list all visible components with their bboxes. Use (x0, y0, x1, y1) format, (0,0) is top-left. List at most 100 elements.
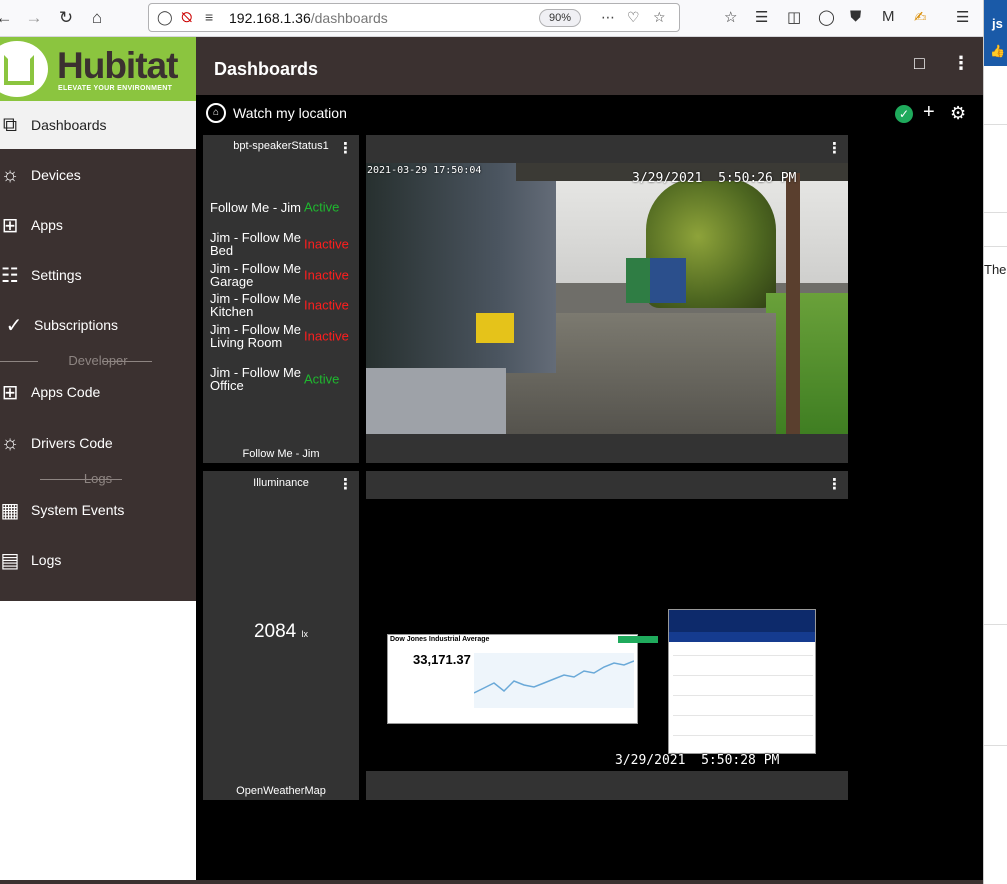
sidebar-item-settings[interactable]: ☷ Settings (0, 251, 196, 299)
permissions-icon[interactable]: ≡ (205, 9, 213, 25)
dashboard-name: Watch my location (233, 105, 347, 121)
background-window-header: js 👍 (984, 0, 1007, 66)
bulb-icon: ☼ (0, 163, 20, 186)
add-tile-icon[interactable]: + (923, 101, 935, 124)
tile-menu-icon[interactable]: ⋮ (827, 477, 842, 492)
browser-toolbar: ← → ↻ ⌂ ◯ ⦰ ≡ 192.168.1.36/dashboards 90… (0, 0, 983, 37)
pocket-icon[interactable]: ♡ (627, 9, 640, 26)
reload-icon[interactable]: ↻ (54, 6, 78, 30)
camera-time-overlay: 3/29/2021 5:50:26 PM (632, 171, 797, 186)
apps-icon: ⊞ (1, 214, 19, 237)
sliders-icon: ☷ (1, 264, 19, 287)
mlb-tabs (669, 632, 815, 642)
sidebar-item-drivers-code[interactable]: ☼ Drivers Code (0, 419, 196, 467)
insecure-lock-icon[interactable]: ⦰ (181, 9, 192, 26)
divider (984, 212, 1007, 213)
sidebar-item-label: Settings (31, 267, 82, 283)
mlb-row (673, 695, 813, 696)
camera-bins (626, 258, 686, 303)
sidebar-item-logs[interactable]: ▤ Logs (0, 536, 196, 584)
sidebar-item-label: Logs (31, 552, 62, 568)
dashboard-canvas: ⌂ Watch my location ✓ + ⚙ bpt-speakerSta… (196, 95, 983, 880)
sidebar-item-apps-code[interactable]: ⊞ Apps Code (0, 368, 196, 416)
back-icon[interactable]: ← (0, 6, 16, 30)
house-logo-icon (0, 41, 48, 97)
djia-chart-image: Dow Jones Industrial Average 33,171.37 (387, 634, 658, 724)
tile-follow-me[interactable]: bpt-speakerStatus1 ⋮ Follow Me - Jim Act… (203, 135, 359, 463)
illuminance-unit: lx (301, 629, 309, 639)
mlb-scores-image (668, 609, 816, 754)
sidebar-item-label: Apps (31, 217, 63, 233)
list-item: Follow Me - Jim Active (210, 199, 340, 216)
tile-camera[interactable]: ⋮ 2021-03-29 17:50:04 3/29/2021 5:50:26 … (366, 135, 848, 463)
tile-menu-icon[interactable]: ⋮ (338, 141, 353, 156)
list-item: Jim - Follow Me Kitchen Inactive (210, 291, 349, 319)
document-icon: ▤ (0, 549, 20, 572)
list-item: Jim - Follow Me Living Room Inactive (210, 322, 349, 350)
tile-menu-icon[interactable]: ⋮ (827, 141, 842, 156)
tile-web-images[interactable]: ⋮ Dow Jones Industrial Average 33,171.37 (366, 471, 848, 800)
sidebar-item-label: Subscriptions (34, 317, 119, 333)
url-bar[interactable]: ◯ ⦰ ≡ 192.168.1.36/dashboards 90% ⋯ ♡ ☆ (148, 3, 680, 32)
djia-badge (618, 636, 658, 643)
sidebar-toggle-icon[interactable]: ◫ (787, 8, 801, 26)
chat-icon[interactable]: □ (914, 53, 925, 74)
mlb-row (673, 715, 813, 716)
sidebar-item-devices[interactable]: ☼ Devices (0, 151, 196, 199)
tile-footer: OpenWeatherMap (236, 785, 326, 797)
library-icon[interactable]: ☰ (755, 8, 768, 26)
forward-icon[interactable]: → (22, 6, 46, 30)
sidebar-item-label: System Events (31, 502, 125, 518)
account-icon[interactable]: ◯ (818, 8, 835, 26)
hubitat-logo[interactable]: Hubitat ELEVATE YOUR ENVIRONMENT (0, 37, 196, 101)
tile-title: bpt-speakerStatus1 (233, 140, 329, 152)
section-logs: Logs (0, 471, 196, 486)
illuminance-number: 2084 (253, 621, 297, 642)
background-window: js 👍 Ther (983, 0, 1007, 884)
bulb-icon: ☼ (0, 431, 20, 454)
brand-name: Hubitat (57, 45, 178, 86)
bottom-bar (0, 880, 983, 884)
connected-check-icon[interactable]: ✓ (895, 105, 913, 123)
sidebar-item-label: Apps Code (31, 384, 101, 400)
illuminance-value: 2084 lx (203, 621, 359, 643)
app-header: Dashboards □ ⋮ (196, 37, 983, 95)
sidebar-item-label: Drivers Code (31, 435, 113, 451)
background-window-badge: js (992, 16, 1003, 31)
calendar-icon: ▦ (0, 499, 20, 522)
shield-icon[interactable]: ◯ (157, 9, 173, 26)
zoom-level[interactable]: 90% (539, 9, 581, 27)
djia-value: 33,171.37 (413, 652, 471, 667)
tile-footer: Follow Me - Jim (242, 448, 320, 460)
extension-shield-icon[interactable]: ⛊ (850, 8, 861, 25)
tile-title: Illuminance (253, 477, 309, 489)
hamburger-menu-icon[interactable]: ☰ (956, 8, 969, 26)
sidebar-item-subscriptions[interactable]: ✓ Subscriptions (0, 301, 196, 349)
brand-tagline: ELEVATE YOUR ENVIRONMENT (58, 85, 173, 92)
sidebar-item-apps[interactable]: ⊞ Apps (0, 201, 196, 249)
home-icon[interactable]: ⌂ (85, 6, 109, 30)
sidebar-item-system-events[interactable]: ▦ System Events (0, 486, 196, 534)
tile-image-area: Dow Jones Industrial Average 33,171.37 3… (366, 499, 848, 771)
tile-illuminance[interactable]: Illuminance ⋮ 2084 lx OpenWeatherMap (203, 471, 359, 800)
sparkline-bg (474, 653, 634, 708)
divider (984, 624, 1007, 625)
mlb-row (673, 675, 813, 676)
sidebar-item-label: Devices (31, 167, 81, 183)
more-actions-icon[interactable]: ⋯ (601, 9, 615, 26)
tile-menu-icon[interactable]: ⋮ (338, 477, 353, 492)
camera-yellow-box (476, 313, 514, 343)
apps-code-icon: ⊞ (1, 381, 19, 404)
dashboards-icon: ⧉ (2, 113, 18, 136)
mlb-row (673, 655, 813, 656)
bookmark-star-icon[interactable]: ☆ (653, 9, 666, 26)
extension-m-icon[interactable]: M (882, 8, 895, 25)
settings-gear-icon[interactable]: ⚙ (950, 103, 966, 124)
kebab-menu-icon[interactable]: ⋮ (952, 53, 970, 74)
camera-post (786, 173, 800, 434)
djia-sparkline (474, 653, 634, 708)
list-item: Jim - Follow Me Bed Inactive (210, 230, 349, 258)
extension-hand-icon[interactable]: ✍ (914, 8, 927, 26)
downloads-icon[interactable]: ☆ (724, 8, 737, 26)
sidebar-item-dashboards[interactable]: ⧉ Dashboards (0, 101, 196, 149)
